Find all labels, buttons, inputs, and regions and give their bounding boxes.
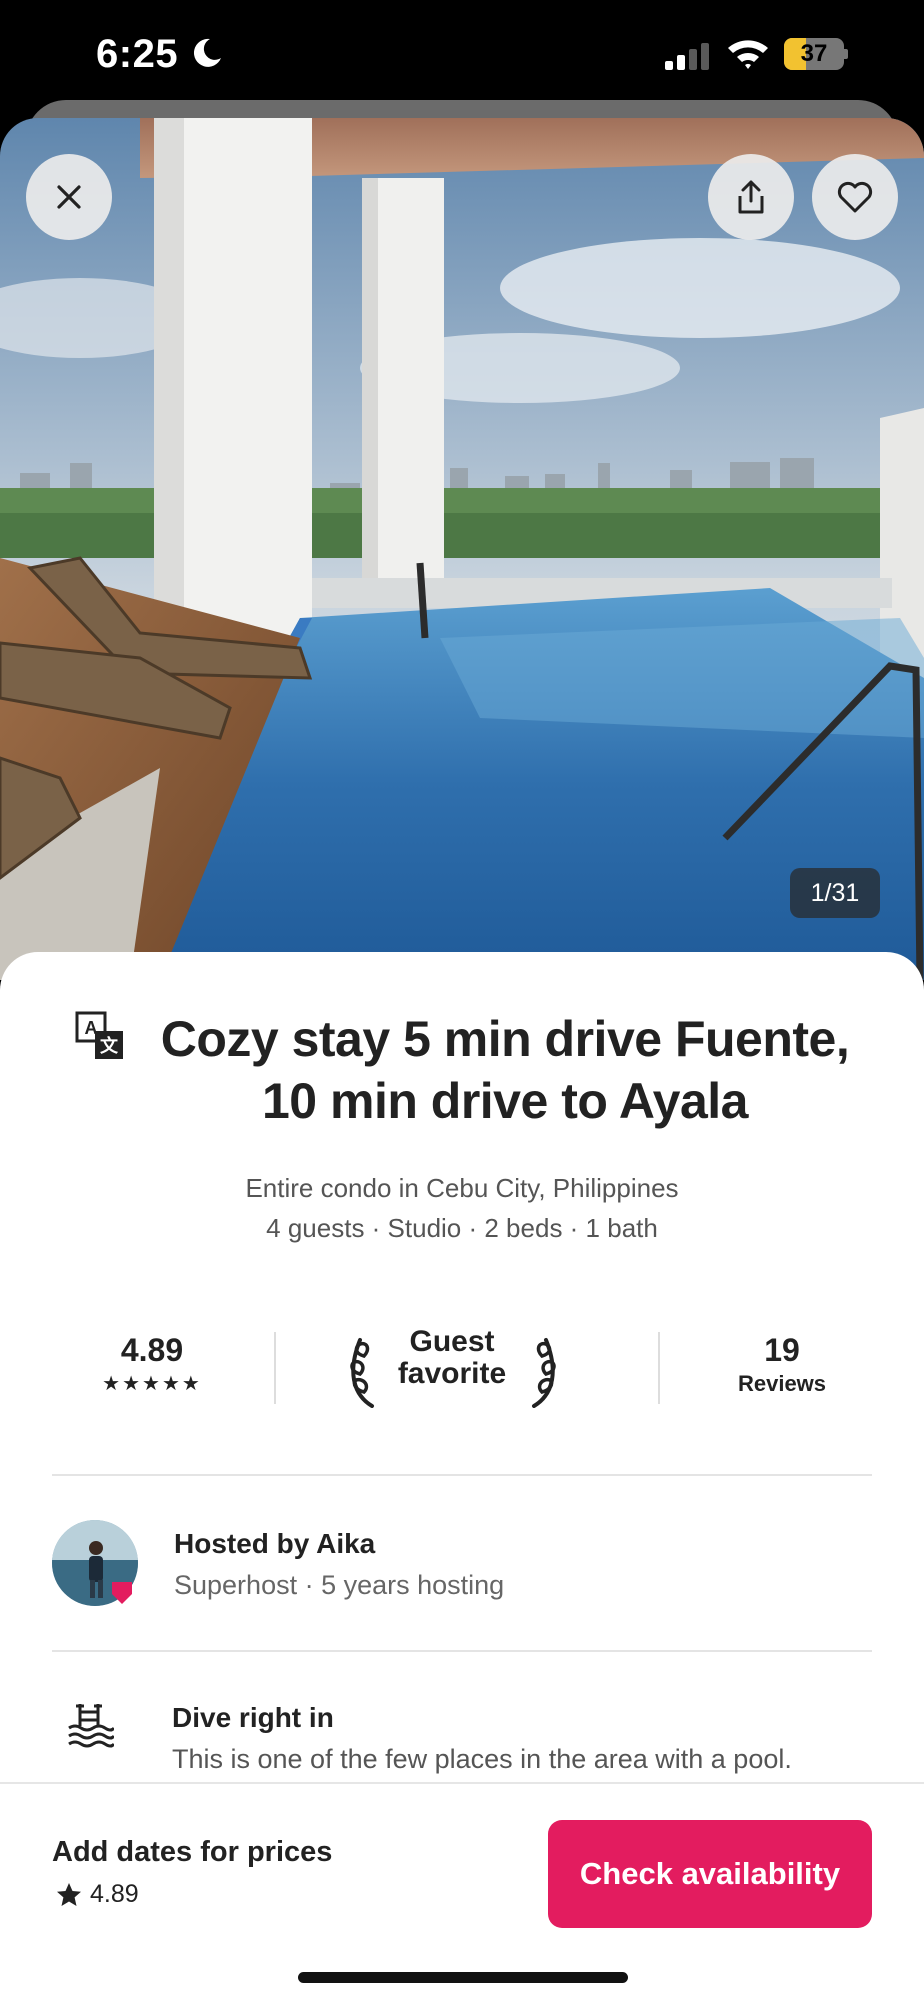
check-availability-button[interactable]: Check availability: [548, 1820, 872, 1928]
battery-indicator: 37: [784, 38, 848, 72]
status-bar: 6:25 37: [0, 0, 924, 110]
host-title: Hosted by Aika: [174, 1528, 376, 1559]
listing-title-block: Cozy stay 5 min drive Fuente, 10 min dri…: [70, 1008, 870, 1132]
reviews-count: 19: [764, 1332, 800, 1368]
listing-subtitle: Entire condo in Cebu City, Philippines 4…: [0, 1168, 924, 1248]
battery-percent: 37: [800, 40, 828, 67]
guest-favorite-badge: Guest favorite: [342, 1326, 562, 1408]
rating-stat[interactable]: 4.89 ★★★★★: [82, 1332, 222, 1396]
rating-value: 4.89: [120, 1332, 184, 1368]
stats-row: 4.89 ★★★★★ Guest favorite 19 Reviews: [52, 1320, 872, 1420]
divider: [658, 1332, 660, 1404]
highlight-subtitle: This is one of the few places in the are…: [172, 1744, 792, 1774]
cellular-signal-icon: [665, 43, 709, 70]
guest-favorite-label: Guest favorite: [382, 1326, 522, 1390]
listing-title: Cozy stay 5 min drive Fuente, 10 min dri…: [160, 1011, 850, 1129]
reviews-stat[interactable]: 19 Reviews: [712, 1332, 852, 1397]
share-button[interactable]: [708, 154, 794, 240]
pool-icon: [68, 1704, 114, 1748]
status-time: 6:25: [96, 32, 179, 76]
badge-line-1: Guest: [409, 1325, 495, 1358]
star-icon: [57, 1882, 81, 1906]
photo-counter: 1/31: [790, 868, 880, 918]
save-favorite-button[interactable]: [812, 154, 898, 240]
badge-line-2: favorite: [397, 1357, 507, 1390]
section-divider: [52, 1650, 872, 1652]
moon-icon: [193, 38, 221, 67]
section-divider: [52, 1474, 872, 1476]
close-icon: [57, 185, 81, 209]
listing-photo[interactable]: [0, 118, 924, 980]
highlight-title: Dive right in: [172, 1702, 334, 1733]
listing-details-line: 4 guests · Studio · 2 beds · 1 bath: [266, 1213, 658, 1243]
wifi-icon: [728, 40, 768, 69]
heart-icon: [837, 181, 873, 213]
host-subtitle: Superhost · 5 years hosting: [174, 1570, 505, 1600]
home-indicator: [298, 1972, 628, 1983]
laurel-right-icon: [532, 1338, 556, 1408]
price-prompt[interactable]: Add dates for prices: [52, 1836, 332, 1869]
host-avatar[interactable]: [52, 1520, 138, 1606]
footer-rating: 4.89: [56, 1880, 139, 1909]
footer-rating-value: 4.89: [90, 1880, 139, 1908]
star-rating-icon: ★★★★★: [102, 1373, 202, 1395]
close-button[interactable]: [26, 154, 112, 240]
share-icon: [738, 180, 764, 214]
listing-type-location: Entire condo in Cebu City, Philippines: [245, 1173, 679, 1203]
reviews-label: Reviews: [737, 1371, 827, 1396]
laurel-left-icon: [350, 1338, 374, 1408]
divider: [274, 1332, 276, 1404]
